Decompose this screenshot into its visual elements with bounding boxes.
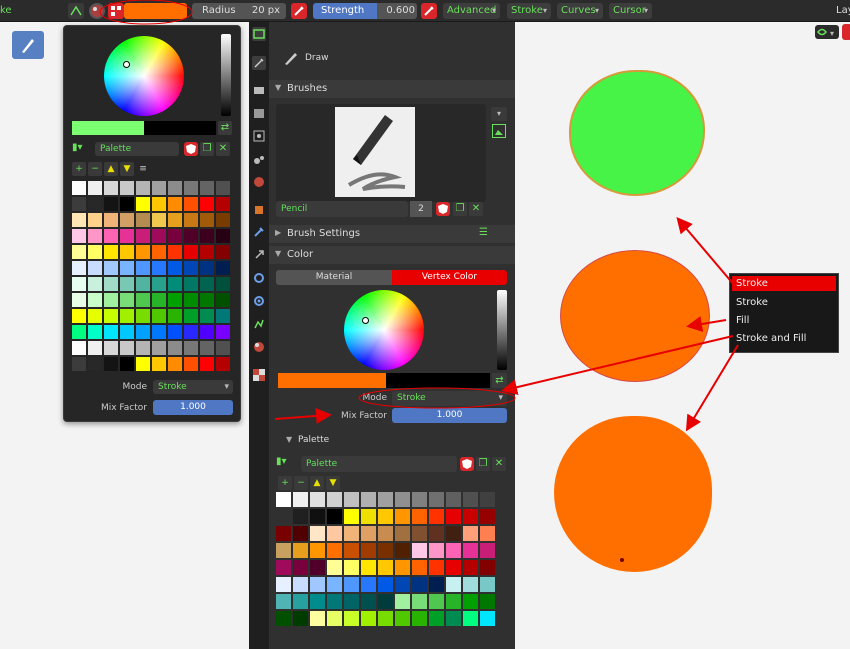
annotation-arrow-mix [274,407,332,424]
annotation-arrow-green [676,216,736,287]
annotation-arrow-fillblob [685,344,739,432]
cursor-dot [620,558,624,562]
annotation-ellipse-mode [358,387,516,409]
annotation-ellipse-top [99,0,193,25]
annotation-arrow-fill [686,316,727,332]
annotation-overlay [99,0,739,562]
annotation-arrow-mode [501,335,734,396]
